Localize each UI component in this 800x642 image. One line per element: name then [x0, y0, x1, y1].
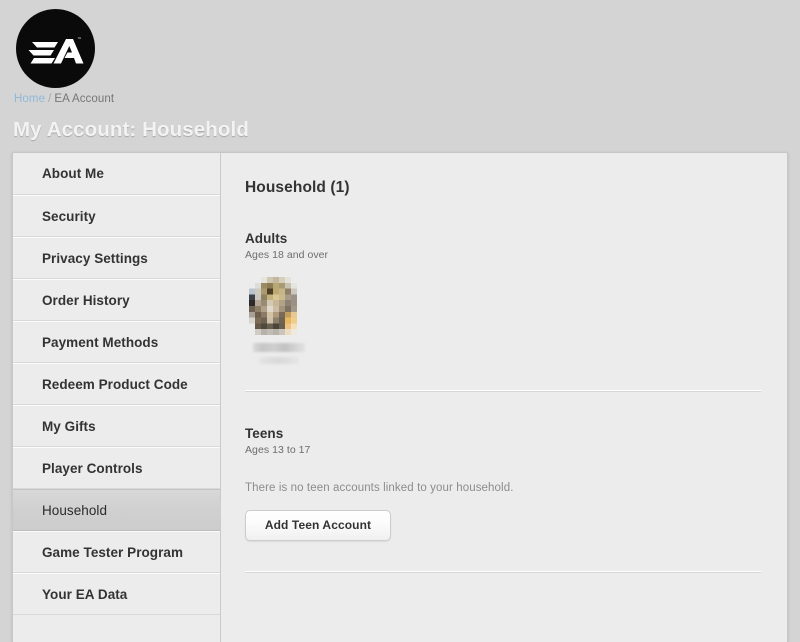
teens-heading: Teens: [245, 426, 284, 441]
sidebar-item-label: Household: [42, 502, 107, 518]
pixelated-user-avatar: [249, 277, 309, 335]
breadcrumb-link-home[interactable]: Home: [14, 93, 45, 105]
sidebar-item-household[interactable]: Household: [13, 489, 229, 531]
sidebar-item-label: Redeem Product Code: [42, 376, 188, 392]
sidebar-item-payment-methods[interactable]: Payment Methods: [13, 321, 220, 363]
adults-section: Adults Ages 18 and over: [245, 231, 761, 364]
sidebar-item-about-me[interactable]: About Me: [13, 153, 220, 195]
member-subtext-redacted: [259, 357, 299, 364]
sidebar-item-label: Your EA Data: [42, 586, 128, 602]
svg-text:™: ™: [77, 37, 82, 43]
section-divider: [245, 390, 761, 392]
ea-logo-icon[interactable]: ™: [16, 9, 95, 88]
sidebar-item-label: Payment Methods: [42, 334, 159, 350]
adults-subtext: Ages 18 and over: [245, 249, 329, 261]
add-teen-account-button[interactable]: Add Teen Account: [245, 510, 391, 541]
account-card: About Me Security Privacy Settings Order…: [12, 152, 788, 642]
member-name-redacted: [253, 343, 305, 352]
sidebar-item-label: Privacy Settings: [42, 250, 148, 266]
sidebar-item-my-gifts[interactable]: My Gifts: [13, 405, 220, 447]
sidebar-item-label: Security: [42, 208, 96, 224]
sidebar-item-game-tester-program[interactable]: Game Tester Program: [13, 531, 220, 573]
sidebar-item-player-controls[interactable]: Player Controls: [13, 447, 220, 489]
page-title: My Account: Household: [13, 118, 249, 141]
sidebar-item-redeem-product-code[interactable]: Redeem Product Code: [13, 363, 220, 405]
sidebar-item-label: Player Controls: [42, 460, 143, 476]
sidebar-item-your-ea-data[interactable]: Your EA Data: [13, 573, 220, 615]
breadcrumb-current-ea-account: EA Account: [54, 93, 115, 105]
sidebar-item-label: Order History: [42, 292, 130, 308]
teens-section: Teens Ages 13 to 17 There is no teen acc…: [245, 426, 761, 541]
sidebar-item-privacy-settings[interactable]: Privacy Settings: [13, 237, 220, 279]
sidebar-item-label: My Gifts: [42, 418, 96, 434]
teens-empty-message: There is no teen accounts linked to your…: [245, 482, 514, 494]
breadcrumb: Home / EA Account: [14, 93, 114, 105]
household-member[interactable]: [245, 277, 313, 364]
household-content-panel: Household (1) Adults Ages 18 and over Te…: [221, 153, 787, 642]
sidebar-item-label: About Me: [42, 166, 104, 181]
page-header: ™ Home / EA Account My Account: Household: [0, 0, 800, 148]
account-sidebar-nav: About Me Security Privacy Settings Order…: [13, 153, 229, 642]
content-title-household: Household (1): [245, 179, 350, 196]
sidebar-item-label: Game Tester Program: [42, 544, 184, 560]
sidebar-item-security[interactable]: Security: [13, 195, 220, 237]
sidebar-item-order-history[interactable]: Order History: [13, 279, 220, 321]
teens-subtext: Ages 13 to 17: [245, 444, 311, 456]
adults-heading: Adults: [245, 231, 288, 246]
breadcrumb-separator: /: [48, 93, 52, 105]
adults-member-list: [245, 277, 761, 364]
section-divider-bottom: [245, 571, 761, 573]
